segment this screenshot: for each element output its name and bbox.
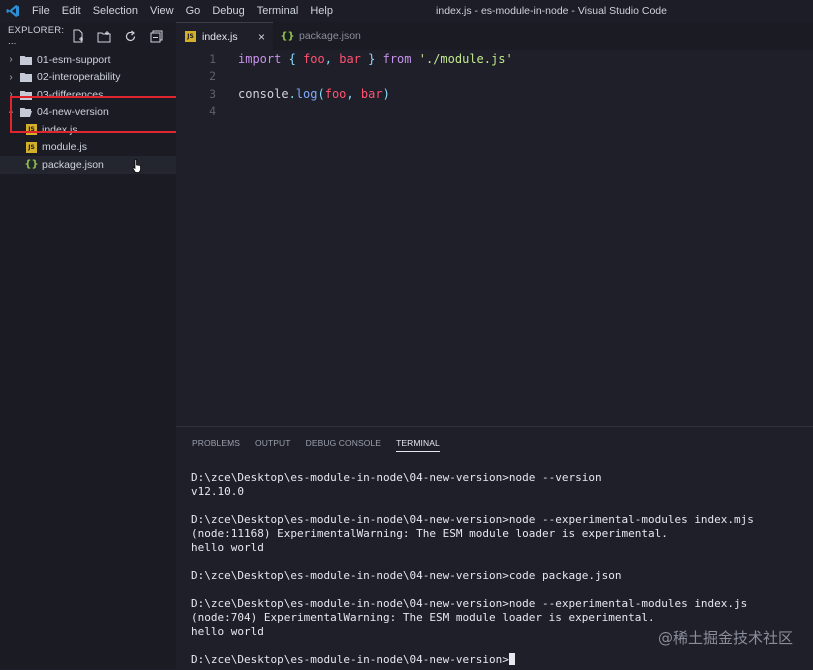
line-number: 1 [209, 51, 216, 66]
line-number: 2 [209, 69, 216, 84]
token: bar [360, 86, 383, 101]
folder-01-esm-support[interactable]: › 01-esm-support [0, 51, 176, 69]
js-file-icon: JS [185, 31, 196, 42]
chevron-right-icon: › [9, 54, 13, 66]
file-module-js[interactable]: JS module.js [0, 139, 176, 157]
close-icon[interactable]: × [258, 30, 265, 44]
code-line: 2 [176, 68, 813, 86]
folder-icon [20, 73, 32, 83]
code-line: 4 [176, 103, 813, 121]
hand-cursor-icon [132, 159, 141, 173]
tab-label: package.json [299, 30, 361, 42]
tab-package-json[interactable]: {} package.json [273, 22, 373, 50]
highlight-box [10, 96, 201, 133]
terminal-line: D:\zce\Desktop\es-module-in-node\04-new-… [191, 513, 754, 526]
bottom-panel: PROBLEMS OUTPUT DEBUG CONSOLE TERMINAL D… [176, 426, 813, 670]
line-number: 4 [209, 104, 216, 119]
terminal-line: D:\zce\Desktop\es-module-in-node\04-new-… [191, 597, 748, 610]
collapse-all-icon[interactable] [148, 28, 164, 44]
tab-debug-console[interactable]: DEBUG CONSOLE [306, 427, 381, 459]
new-file-icon[interactable] [70, 28, 86, 44]
terminal-line: hello world [191, 541, 264, 554]
tab-problems[interactable]: PROBLEMS [192, 427, 240, 459]
js-file-icon: JS [26, 141, 37, 153]
terminal-line: D:\zce\Desktop\es-module-in-node\04-new-… [191, 471, 602, 484]
terminal-line: (node:11168) ExperimentalWarning: The ES… [191, 527, 668, 540]
json-file-icon: {} [280, 30, 295, 42]
tab-index-js[interactable]: JS index.js × [176, 22, 273, 50]
token: } [368, 51, 376, 66]
terminal-cursor [508, 653, 515, 665]
menu-terminal[interactable]: Terminal [251, 0, 305, 22]
menu-view[interactable]: View [144, 0, 180, 22]
code-line: 3 console. log(foo, bar) [176, 85, 813, 103]
tab-label: index.js [202, 30, 238, 43]
vscode-logo-icon [0, 0, 26, 22]
tab-terminal[interactable]: TERMINAL [396, 435, 440, 452]
code-editor[interactable]: 1 import { foo, bar } from './module.js'… [176, 50, 813, 426]
token: console [238, 86, 289, 101]
explorer-title: EXPLORER: ... [8, 25, 65, 47]
terminal-line: D:\zce\Desktop\es-module-in-node\04-new-… [191, 569, 622, 582]
token: log [295, 86, 318, 101]
title-bar: File Edit Selection View Go Debug Termin… [0, 0, 813, 22]
terminal-line: v12.10.0 [191, 485, 244, 498]
token: { [288, 51, 296, 66]
explorer-header: EXPLORER: ... [0, 22, 176, 50]
token: import [238, 51, 282, 66]
menu-file[interactable]: File [26, 0, 56, 22]
token: './module.js' [418, 51, 513, 66]
terminal-line: (node:704) ExperimentalWarning: The ESM … [191, 611, 655, 624]
token: ( [317, 86, 325, 101]
json-file-icon: {} [24, 159, 39, 171]
terminal-line: D:\zce\Desktop\es-module-in-node\04-new-… [191, 653, 813, 667]
menu-edit[interactable]: Edit [56, 0, 87, 22]
token: bar [339, 51, 361, 66]
token: . [288, 86, 296, 101]
panel-tabs: PROBLEMS OUTPUT DEBUG CONSOLE TERMINAL [176, 427, 813, 459]
token: from [382, 51, 412, 66]
chevron-right-icon: › [9, 71, 13, 83]
folder-icon [20, 55, 32, 65]
folder-label: 01-esm-support [37, 53, 111, 66]
folder-02-interoperability[interactable]: › 02-interoperability [0, 69, 176, 87]
folder-label: 02-interoperability [37, 71, 121, 84]
token: ) [382, 86, 390, 101]
watermark: @稀土掘金技术社区 [657, 629, 793, 647]
menu-debug[interactable]: Debug [206, 0, 250, 22]
token: , [346, 86, 354, 101]
tab-output[interactable]: OUTPUT [255, 427, 291, 459]
file-label: module.js [42, 141, 87, 154]
new-folder-icon[interactable] [96, 28, 112, 44]
token: foo [324, 86, 347, 101]
code-line: 1 import { foo, bar } from './module.js' [176, 50, 813, 68]
refresh-icon[interactable] [122, 28, 138, 44]
token: foo [303, 51, 325, 66]
menu-selection[interactable]: Selection [87, 0, 144, 22]
menu-go[interactable]: Go [180, 0, 207, 22]
file-label: package.json [42, 158, 104, 171]
file-package-json[interactable]: {} package.json [0, 156, 176, 174]
line-number: 3 [209, 86, 216, 101]
token: , [324, 51, 332, 66]
editor-tabs: JS index.js × {} package.json [176, 22, 813, 50]
menu-help[interactable]: Help [304, 0, 339, 22]
